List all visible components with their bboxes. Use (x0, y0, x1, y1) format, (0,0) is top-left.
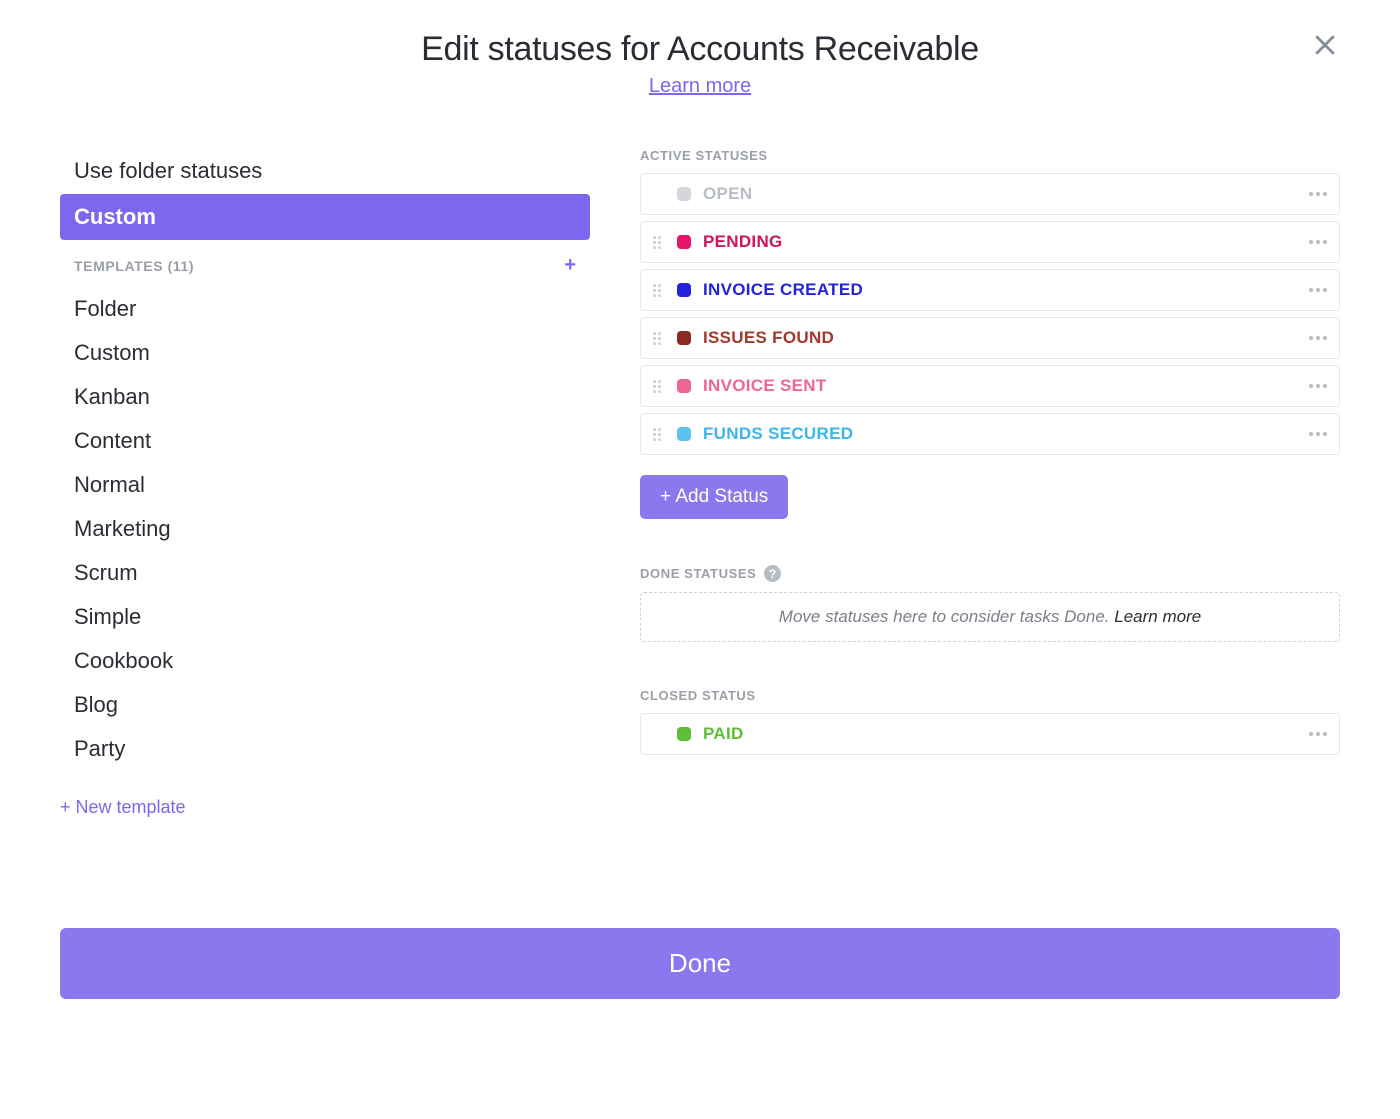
sidebar: Use folder statuses Custom TEMPLATES (11… (60, 148, 590, 818)
active-statuses-label: ACTIVE STATUSES (640, 148, 1340, 163)
drag-handle-icon[interactable] (653, 236, 665, 249)
modal-title: Edit statuses for Accounts Receivable (60, 30, 1340, 69)
template-item-custom[interactable]: Custom (60, 331, 590, 375)
template-item-kanban[interactable]: Kanban (60, 375, 590, 419)
templates-header: TEMPLATES (11) + (60, 240, 590, 287)
status-label: INVOICE CREATED (703, 280, 863, 300)
template-item-blog[interactable]: Blog (60, 683, 590, 727)
use-folder-statuses-option[interactable]: Use folder statuses (60, 148, 590, 194)
done-statuses-dropzone[interactable]: Move statuses here to consider tasks Don… (640, 592, 1340, 642)
template-item-content[interactable]: Content (60, 419, 590, 463)
closed-status-label: CLOSED STATUS (640, 688, 1340, 703)
more-options-icon[interactable] (1309, 192, 1327, 196)
active-statuses-list: OPEN PENDING INVOICE CREATED ISSUES FOUND IN… (640, 173, 1340, 455)
status-label: PENDING (703, 232, 783, 252)
status-color-swatch (677, 331, 691, 345)
status-panel: ACTIVE STATUSES OPEN PENDING INVOICE CREAT… (640, 148, 1340, 818)
template-item-simple[interactable]: Simple (60, 595, 590, 639)
drag-handle-icon[interactable] (653, 380, 665, 393)
done-drop-hint: Move statuses here to consider tasks Don… (779, 607, 1110, 626)
status-color-swatch (677, 727, 691, 741)
modal-header: Edit statuses for Accounts Receivable Le… (60, 30, 1340, 98)
close-icon (1310, 30, 1340, 60)
modal-footer: Done (60, 928, 1340, 999)
done-statuses-section: DONE STATUSES ? Move statuses here to co… (640, 565, 1340, 642)
templates-list: FolderCustomKanbanContentNormalMarketing… (60, 287, 590, 771)
modal-body: Use folder statuses Custom TEMPLATES (11… (60, 148, 1340, 818)
status-color-swatch (677, 283, 691, 297)
close-button[interactable] (1310, 30, 1340, 65)
drag-handle-icon[interactable] (653, 284, 665, 297)
template-item-party[interactable]: Party (60, 727, 590, 771)
status-row-issues[interactable]: ISSUES FOUND (640, 317, 1340, 359)
status-row-invoice-created[interactable]: INVOICE CREATED (640, 269, 1340, 311)
templates-label: TEMPLATES (11) (74, 258, 194, 274)
more-options-icon[interactable] (1309, 732, 1327, 736)
drag-handle-icon[interactable] (653, 428, 665, 441)
template-item-cookbook[interactable]: Cookbook (60, 639, 590, 683)
edit-statuses-modal: Edit statuses for Accounts Receivable Le… (0, 0, 1400, 1029)
template-item-normal[interactable]: Normal (60, 463, 590, 507)
new-template-link[interactable]: + New template (60, 771, 590, 818)
help-icon[interactable]: ? (764, 565, 781, 582)
status-label: PAID (703, 724, 744, 744)
template-item-folder[interactable]: Folder (60, 287, 590, 331)
closed-status-list: PAID (640, 713, 1340, 755)
more-options-icon[interactable] (1309, 432, 1327, 436)
done-button[interactable]: Done (60, 928, 1340, 999)
status-row-paid[interactable]: PAID (640, 713, 1340, 755)
status-label: OPEN (703, 184, 752, 204)
more-options-icon[interactable] (1309, 288, 1327, 292)
more-options-icon[interactable] (1309, 384, 1327, 388)
status-color-swatch (677, 427, 691, 441)
drag-handle-icon[interactable] (653, 332, 665, 345)
status-color-swatch (677, 379, 691, 393)
status-row-sent[interactable]: INVOICE SENT (640, 365, 1340, 407)
status-color-swatch (677, 235, 691, 249)
add-template-button[interactable]: + (564, 254, 576, 277)
add-status-button[interactable]: + Add Status (640, 475, 788, 519)
more-options-icon[interactable] (1309, 336, 1327, 340)
closed-status-section: CLOSED STATUS PAID (640, 688, 1340, 755)
status-row-pending[interactable]: PENDING (640, 221, 1340, 263)
custom-option-selected[interactable]: Custom (60, 194, 590, 240)
done-statuses-label: DONE STATUSES ? (640, 565, 1340, 582)
more-options-icon[interactable] (1309, 240, 1327, 244)
status-label: INVOICE SENT (703, 376, 827, 396)
template-item-scrum[interactable]: Scrum (60, 551, 590, 595)
status-row-funds[interactable]: FUNDS SECURED (640, 413, 1340, 455)
status-color-swatch (677, 187, 691, 201)
status-label: FUNDS SECURED (703, 424, 853, 444)
template-item-marketing[interactable]: Marketing (60, 507, 590, 551)
done-learn-more-link[interactable]: Learn more (1114, 607, 1201, 626)
status-row-open[interactable]: OPEN (640, 173, 1340, 215)
learn-more-link[interactable]: Learn more (649, 75, 751, 97)
status-label: ISSUES FOUND (703, 328, 834, 348)
